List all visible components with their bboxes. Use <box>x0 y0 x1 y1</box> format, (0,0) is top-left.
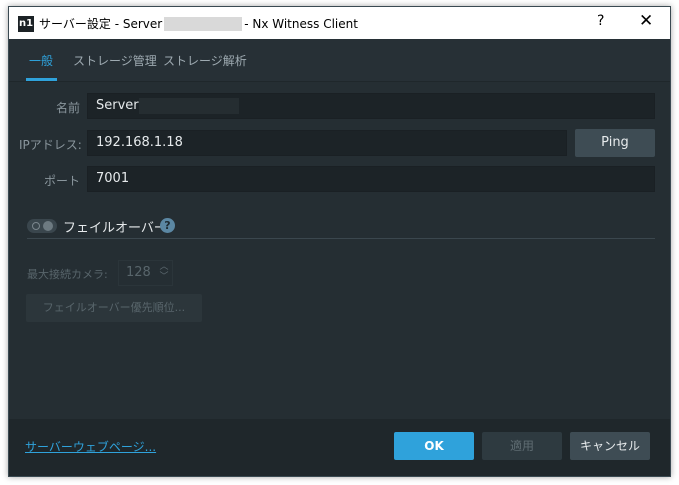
chevron-up-icon[interactable]: ︿ <box>158 262 170 272</box>
toggle-off-icon <box>32 222 40 230</box>
divider <box>27 238 655 239</box>
failover-toggle[interactable] <box>27 219 57 233</box>
apply-button[interactable]: 適用 <box>482 432 562 460</box>
ip-address-field[interactable]: 192.168.1.18 <box>87 130 567 156</box>
window-title-suffix: - Nx Witness Client <box>244 16 358 31</box>
name-label: 名前 <box>55 101 80 115</box>
spin-arrows[interactable]: ︿ ﹀ <box>158 262 170 284</box>
tab-storage-analytics[interactable]: ストレージ解析 <box>163 52 247 69</box>
max-cameras-spinbox[interactable]: 128 ︿ ﹀ <box>118 260 173 286</box>
ok-button[interactable]: OK <box>394 432 474 460</box>
cancel-button[interactable]: キャンセル <box>570 432 650 460</box>
general-panel: 名前 Server IPアドレス: 192.168.1.18 Ping ポート … <box>9 82 670 422</box>
help-icon[interactable]: ? <box>597 13 604 29</box>
dialog-footer: サーバーウェブページ... OK 適用 キャンセル <box>9 419 670 476</box>
tab-general[interactable]: 一般 <box>29 52 53 69</box>
redacted-name <box>164 16 243 31</box>
tab-bar: 一般 ストレージ管理 ストレージ解析 <box>9 39 670 82</box>
window-title-prefix: サーバー設定 - Server <box>39 17 163 31</box>
ip-label: IPアドレス: <box>19 138 82 152</box>
window-title: サーバー設定 - Server - Nx Witness Client <box>39 15 358 32</box>
redacted-name <box>138 97 239 114</box>
ping-button[interactable]: Ping <box>575 129 655 157</box>
port-label: ポート <box>43 174 80 188</box>
active-tab-indicator <box>26 78 57 81</box>
name-field[interactable]: Server <box>87 93 655 119</box>
port-field[interactable]: 7001 <box>87 166 655 192</box>
question-icon[interactable]: ? <box>160 218 175 233</box>
failover-priority-button[interactable]: フェイルオーバー優先順位... <box>26 294 202 322</box>
max-cameras-value: 128 <box>126 265 151 280</box>
tab-storage-management[interactable]: ストレージ管理 <box>73 52 157 69</box>
chevron-down-icon[interactable]: ﹀ <box>158 272 170 282</box>
server-settings-dialog: n1 サーバー設定 - Server - Nx Witness Client ?… <box>8 6 671 477</box>
name-value: Server <box>96 98 139 113</box>
server-web-page-link[interactable]: サーバーウェブページ... <box>25 438 156 455</box>
toggle-knob <box>43 221 53 231</box>
app-icon: n1 <box>18 16 34 32</box>
failover-label: フェイルオーバー <box>63 221 167 236</box>
close-icon[interactable]: ✕ <box>639 11 653 31</box>
title-bar: n1 サーバー設定 - Server - Nx Witness Client ?… <box>9 7 670 39</box>
max-cameras-label: 最大接続カメラ: <box>27 268 108 281</box>
